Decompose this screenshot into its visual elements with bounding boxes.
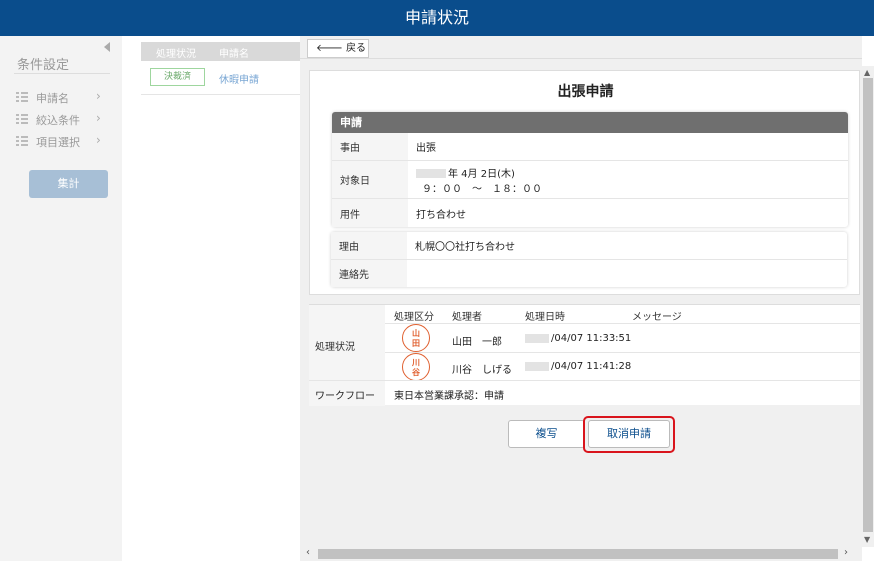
application-section: 申請 事由 出張 対象日 年 4月 2日(木) ９：００ ～ １８：００ 用件 … — [332, 112, 848, 227]
list-icon — [16, 92, 28, 103]
field-label: 用件 — [332, 199, 408, 227]
detail-panel: 🡐 戻る 出張申請 申請 事由 出張 対象日 年 4月 2日(木) ９：００ ～… — [300, 36, 862, 547]
section-title: 申請 — [332, 112, 848, 133]
column-header: 処理区分 — [394, 312, 434, 323]
scroll-right-icon[interactable]: › — [844, 547, 848, 558]
scroll-up-icon[interactable]: ▲ — [864, 68, 870, 77]
scroll-left-icon[interactable]: ‹ — [306, 547, 310, 558]
sidebar-item-filter[interactable]: 絞込条件 › — [16, 111, 108, 129]
table-row[interactable]: 決裁済 休暇申請 — [141, 61, 301, 95]
redacted-year — [525, 333, 549, 343]
field-value: 出張 — [416, 143, 436, 154]
workflow-label: ワークフロー — [315, 391, 375, 402]
redacted-year — [416, 169, 446, 178]
processing-label: 処理状況 — [315, 342, 355, 353]
processed-datetime: /04/07 11:33:51 — [525, 333, 631, 344]
column-header: メッセージ — [632, 312, 682, 323]
copy-button[interactable]: 複写 — [508, 420, 585, 448]
sidebar-item-label: 絞込条件 — [36, 114, 80, 127]
scroll-down-icon[interactable]: ▼ — [864, 535, 870, 544]
divider — [385, 323, 860, 324]
arrow-left-icon: 🡐 — [316, 43, 343, 54]
workflow-value: 東日本営業課承認：申請 — [394, 391, 504, 402]
field-value: 打ち合わせ — [416, 209, 466, 221]
column-header: 処理日時 — [525, 312, 565, 323]
column-header-status[interactable]: 処理状況 — [156, 45, 196, 60]
page-title: 出張申請 — [557, 84, 614, 100]
horizontal-scrollbar[interactable]: ‹ › — [300, 547, 862, 561]
processor-name: 山田 一郎 — [452, 337, 502, 348]
processing-status: 処理状況 処理区分 処理者 処理日時 メッセージ 山田 山田 一郎 /04/07… — [309, 304, 860, 406]
reason-section: 理由 札幌〇〇社打ち合わせ 連絡先 — [331, 232, 847, 287]
divider — [385, 352, 860, 353]
scroll-thumb[interactable] — [863, 78, 873, 532]
table-header: 処理状況 申請名 — [141, 42, 301, 61]
back-button[interactable]: 🡐 戻る — [307, 39, 369, 58]
aggregate-button[interactable]: 集計 — [29, 170, 108, 198]
workflow-row: ワークフロー 東日本営業課承認：申請 — [309, 380, 860, 406]
window-title: 申請状況 — [0, 0, 874, 36]
sidebar-heading: 条件設定 — [17, 58, 70, 73]
column-header-name[interactable]: 申請名 — [219, 45, 249, 60]
sidebar-item-application-name[interactable]: 申請名 › — [16, 89, 108, 107]
chevron-right-icon: › — [96, 133, 101, 147]
field-value: 年 4月 2日(木) ９：００ ～ １８：００ — [416, 161, 848, 198]
field-row: 用件 打ち合わせ — [332, 199, 848, 227]
chevron-right-icon: › — [96, 89, 101, 103]
field-label: 連絡先 — [331, 260, 407, 287]
list-icon — [16, 136, 28, 147]
sidebar-item-columns[interactable]: 項目選択 › — [16, 133, 108, 151]
target-date: 年 4月 2日(木) — [448, 168, 515, 180]
scroll-thumb[interactable] — [318, 549, 838, 559]
redacted-year — [525, 361, 549, 371]
condition-sidebar: 条件設定 申請名 › 絞込条件 › 項目選択 › 集計 — [0, 36, 122, 561]
divider — [300, 58, 862, 59]
status-badge: 決裁済 — [150, 68, 205, 86]
back-label: 戻る — [346, 43, 367, 54]
approval-stamp: 川谷 — [402, 353, 430, 381]
datetime-text: /04/07 11:41:28 — [551, 361, 632, 372]
field-label: 理由 — [331, 232, 407, 259]
field-value: 札幌〇〇社打ち合わせ — [415, 242, 515, 253]
vertical-scrollbar[interactable]: ▲ ▼ — [862, 66, 874, 547]
field-row: 対象日 年 4月 2日(木) ９：００ ～ １８：００ — [332, 161, 848, 199]
sidebar-item-label: 項目選択 — [36, 136, 80, 149]
chevron-right-icon: › — [96, 111, 101, 125]
field-label: 事由 — [332, 133, 408, 160]
field-row: 連絡先 — [331, 260, 847, 287]
list-icon — [16, 114, 28, 125]
processor-name: 川谷 しげる — [452, 365, 512, 376]
field-row: 事由 出張 — [332, 133, 848, 161]
field-value — [415, 260, 847, 287]
field-row: 理由 札幌〇〇社打ち合わせ — [331, 232, 847, 260]
processed-datetime: /04/07 11:41:28 — [525, 361, 631, 372]
approval-stamp: 山田 — [402, 324, 430, 352]
sidebar-item-label: 申請名 — [36, 92, 69, 105]
collapse-sidebar-icon[interactable] — [104, 42, 110, 52]
field-label: 対象日 — [332, 161, 408, 198]
highlight-box — [583, 416, 675, 453]
column-header: 処理者 — [452, 312, 482, 323]
application-name-link[interactable]: 休暇申請 — [219, 71, 259, 86]
divider — [14, 73, 110, 74]
results-table: 処理状況 申請名 決裁済 休暇申請 — [141, 42, 301, 95]
target-time: ９：００ ～ １８：００ — [422, 183, 542, 195]
datetime-text: /04/07 11:33:51 — [551, 333, 632, 344]
